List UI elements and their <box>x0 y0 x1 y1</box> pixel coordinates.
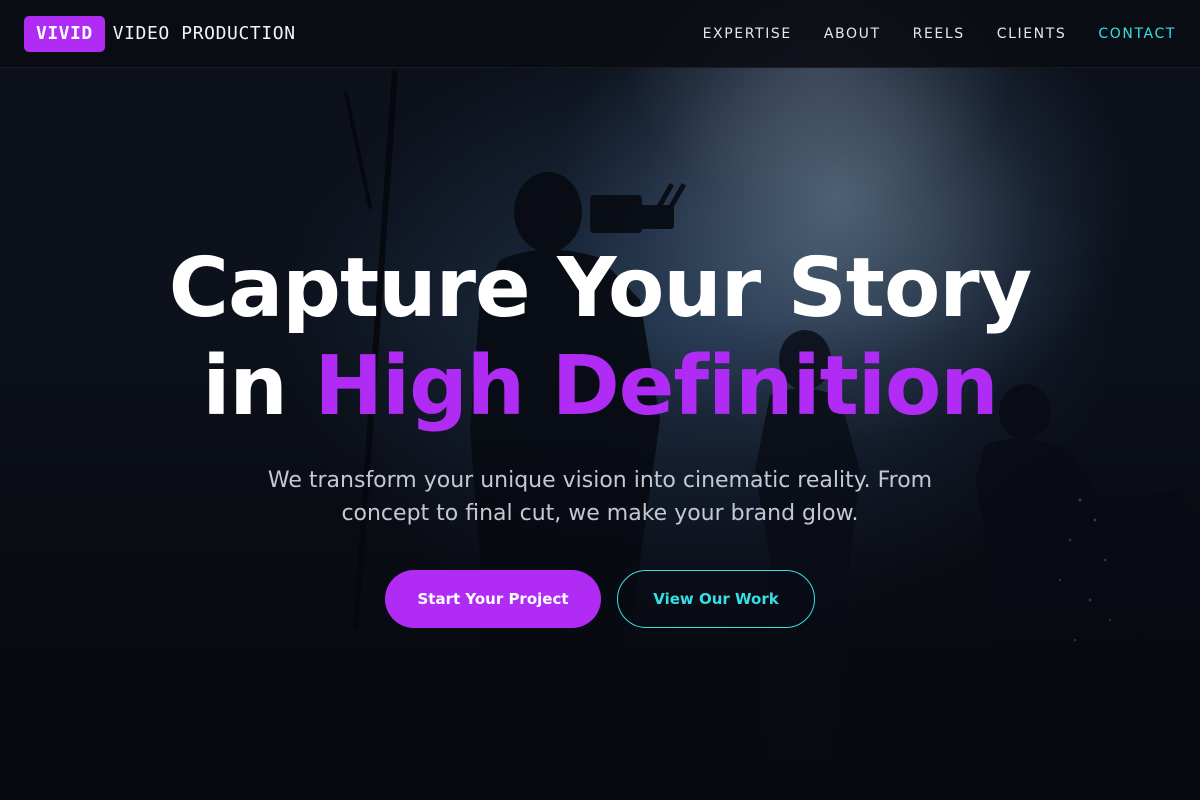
brand-name: VIDEO PRODUCTION <box>112 23 296 44</box>
nav-link-about[interactable]: ABOUT <box>824 26 881 42</box>
hero-actions: Start Your Project View Our Work <box>0 570 1200 628</box>
hero-subtext: We transform your unique vision into cin… <box>267 468 933 526</box>
hero-headline: Capture Your Story in High Definition <box>0 240 1200 436</box>
brand-badge: VIVID <box>24 15 105 52</box>
view-work-button[interactable]: View Our Work <box>617 570 815 628</box>
hero-section: Capture Your Story in High Definition We… <box>0 240 1200 628</box>
navbar: VIVID VIDEO PRODUCTION EXPERTISE ABOUT R… <box>0 0 1200 68</box>
brand-logo[interactable]: VIVID VIDEO PRODUCTION <box>24 15 296 52</box>
start-project-button[interactable]: Start Your Project <box>385 570 601 628</box>
headline-accent: High Definition <box>314 339 998 434</box>
nav-link-clients[interactable]: CLIENTS <box>997 26 1067 42</box>
nav-link-reels[interactable]: REELS <box>913 26 965 42</box>
headline-line-2-prefix: in <box>202 339 287 434</box>
nav-link-expertise[interactable]: EXPERTISE <box>703 26 792 42</box>
headline-line-1: Capture Your Story <box>168 241 1032 336</box>
nav-link-contact[interactable]: CONTACT <box>1098 26 1176 42</box>
nav-links: EXPERTISE ABOUT REELS CLIENTS CONTACT <box>703 26 1176 42</box>
